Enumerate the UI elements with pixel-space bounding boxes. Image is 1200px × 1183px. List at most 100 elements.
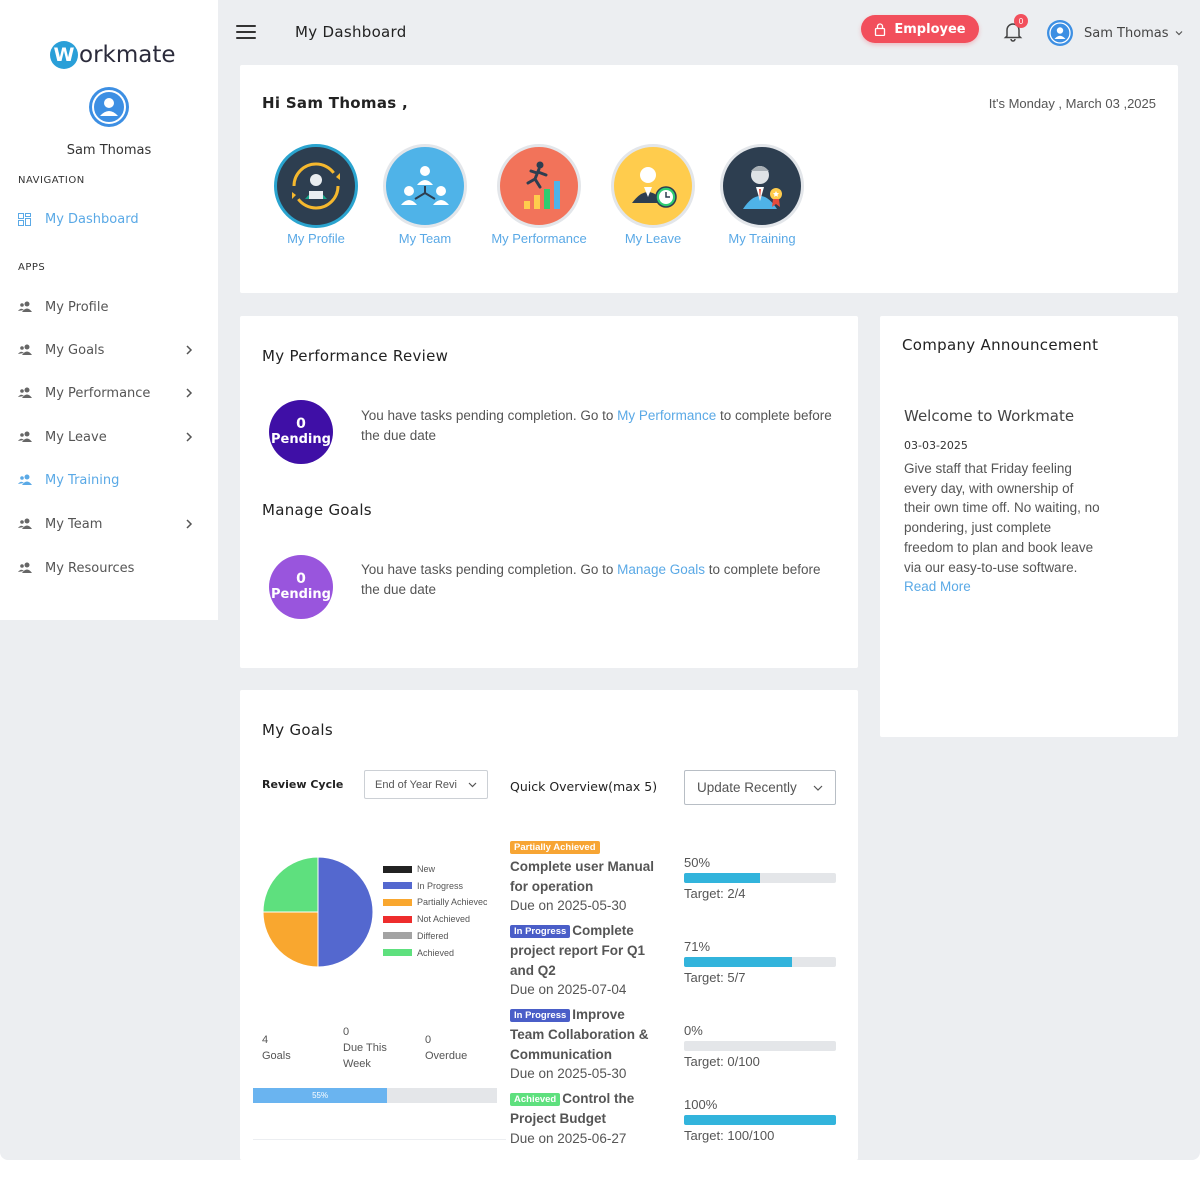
user-avatar-icon (89, 87, 129, 127)
tile-my-training[interactable]: My Training (707, 144, 817, 246)
sidebar-item-label: My Resources (45, 560, 135, 576)
app-window: W orkmate Sam Thomas NAVIGATION My Dashb… (0, 0, 1200, 1160)
performance-pending-message: You have tasks pending completion. Go to… (361, 406, 836, 446)
goal-progress: 50% Target: 2/4 (684, 855, 836, 901)
tile-label: My Performance (491, 231, 587, 246)
sidebar-item-label: My Goals (45, 342, 105, 358)
progress-fill (684, 957, 792, 967)
progress-track (684, 873, 836, 883)
legend-swatch (383, 915, 412, 923)
due-this-week-stat: 0 Due This Week (343, 1024, 401, 1072)
legend-swatch (383, 898, 412, 906)
legend-item[interactable]: Partially Achievec (383, 897, 487, 907)
goal-progress: 0% Target: 0/100 (684, 1023, 836, 1069)
logo-text: orkmate (79, 42, 176, 68)
manage-goals-title: Manage Goals (262, 501, 372, 519)
review-cycle-select[interactable]: End of Year Revi (364, 770, 488, 799)
tile-my-profile[interactable]: My Profile (261, 144, 371, 246)
performance-review-title: My Performance Review (262, 347, 449, 365)
performance-pending-badge[interactable]: 0 Pending (269, 400, 333, 464)
goals-pending-badge[interactable]: 0 Pending (269, 555, 333, 619)
manage-goals-link[interactable]: Manage Goals (617, 562, 705, 577)
tile-my-leave[interactable]: My Leave (598, 144, 708, 246)
status-badge: Partially Achieved (510, 841, 600, 854)
announcement-body: Give staff that Friday feeling every day… (904, 459, 1100, 597)
goal-item[interactable]: Achieved Control the Project Budget Due on… (510, 1089, 662, 1148)
stat-label: Goals (262, 1050, 291, 1062)
sidebar-item-my-resources[interactable]: My Resources (18, 557, 200, 579)
users-icon (18, 300, 36, 314)
user-menu[interactable]: Sam Thomas (1047, 19, 1183, 47)
goal-progress: 71% Target: 5/7 (684, 939, 836, 985)
sort-value: Update Recently (697, 780, 797, 795)
my-goals-title: My Goals (262, 721, 333, 739)
header-user-name: Sam Thomas (1084, 25, 1169, 41)
sidebar-item-label: My Training (45, 472, 120, 488)
menu-toggle-button[interactable] (236, 25, 256, 41)
progress-track (684, 957, 836, 967)
read-more-link[interactable]: Read More (904, 579, 971, 594)
legend-label: Partially Achievec (417, 897, 487, 908)
tile-my-performance[interactable]: My Performance (484, 144, 594, 246)
message-text: You have tasks pending completion. Go to (361, 408, 618, 423)
role-switch-button[interactable]: Employee (861, 15, 979, 43)
announcement-item: Welcome to Workmate 03-03-2025 Give staf… (902, 382, 1124, 642)
legend-label: Not Achieved (417, 914, 471, 925)
sidebar-item-label: My Team (45, 516, 103, 532)
sidebar-item-label: My Performance (45, 385, 151, 401)
legend-item[interactable]: Differed (383, 931, 487, 941)
quick-overview-label: Quick Overview(max 5) (510, 779, 658, 794)
brand-logo[interactable]: W orkmate (50, 40, 176, 70)
pie-slice-in-progress[interactable] (317, 856, 374, 968)
sidebar-item-my-goals[interactable]: My Goals (18, 339, 200, 361)
goal-due-date: Due on 2025-06-27 (510, 1130, 627, 1146)
my-performance-link[interactable]: My Performance (617, 408, 716, 423)
sidebar-item-dashboard[interactable]: My Dashboard (18, 208, 200, 230)
pending-count: 0 (296, 571, 306, 587)
tile-my-team[interactable]: My Team (370, 144, 480, 246)
legend-item[interactable]: Not Achieved (383, 914, 487, 924)
avatar[interactable] (88, 86, 130, 128)
training-icon (720, 144, 804, 228)
sidebar-item-label: My Dashboard (45, 211, 139, 227)
chevron-right-icon (186, 345, 193, 355)
legend-item[interactable]: New (383, 864, 487, 874)
pending-label: Pending (271, 587, 331, 602)
leave-icon (611, 144, 695, 228)
sidebar-item-label: My Profile (45, 299, 109, 315)
goal-item[interactable]: Partially Achieved Complete user Manual f… (510, 837, 662, 916)
my-goals-card: My Goals Review Cycle End of Year Revi Q… (240, 690, 858, 1160)
sort-select[interactable]: Update Recently (684, 770, 836, 805)
legend-item[interactable]: Achieved (383, 948, 487, 958)
goal-due-date: Due on 2025-07-04 (510, 982, 627, 998)
sidebar-item-my-performance[interactable]: My Performance (18, 382, 200, 404)
legend-item[interactable]: In Progress (383, 881, 487, 891)
announcement-card-title: Company Announcement (902, 336, 1099, 354)
divider (253, 1139, 506, 1140)
sidebar-item-my-team[interactable]: My Team (18, 513, 200, 535)
status-badge: In Progress (510, 1009, 571, 1022)
page-title: My Dashboard (295, 23, 407, 41)
sidebar-item-my-training[interactable]: My Training (18, 469, 200, 491)
legend-swatch (383, 882, 412, 890)
pie-slice-partially-achieved[interactable] (262, 911, 319, 968)
progress-target: Target: 100/100 (684, 1128, 775, 1143)
users-icon (18, 386, 36, 400)
announcement-text: Give staff that Friday feeling every day… (904, 461, 1100, 575)
goal-due-date: Due on 2025-05-30 (510, 898, 627, 914)
sidebar-item-my-leave[interactable]: My Leave (18, 426, 200, 448)
chevron-down-icon (813, 785, 823, 791)
review-cycle-label: Review Cycle (262, 778, 344, 791)
pie-slice-achieved[interactable] (262, 856, 319, 913)
chevron-right-icon (186, 519, 193, 529)
goal-item[interactable]: In Progress Improve Team Collaboration & … (510, 1005, 662, 1084)
goal-item[interactable]: In Progress Complete project report For Q… (510, 921, 662, 1000)
pending-label: Pending (271, 432, 331, 447)
greeting-text: Hi Sam Thomas , (262, 94, 409, 112)
lock-icon (875, 22, 886, 36)
legend-label: Achieved (417, 947, 455, 958)
progress-target: Target: 0/100 (684, 1054, 760, 1069)
progress-track (684, 1041, 836, 1051)
announcement-date: 03-03-2025 (904, 439, 968, 452)
sidebar-item-my-profile[interactable]: My Profile (18, 296, 200, 318)
